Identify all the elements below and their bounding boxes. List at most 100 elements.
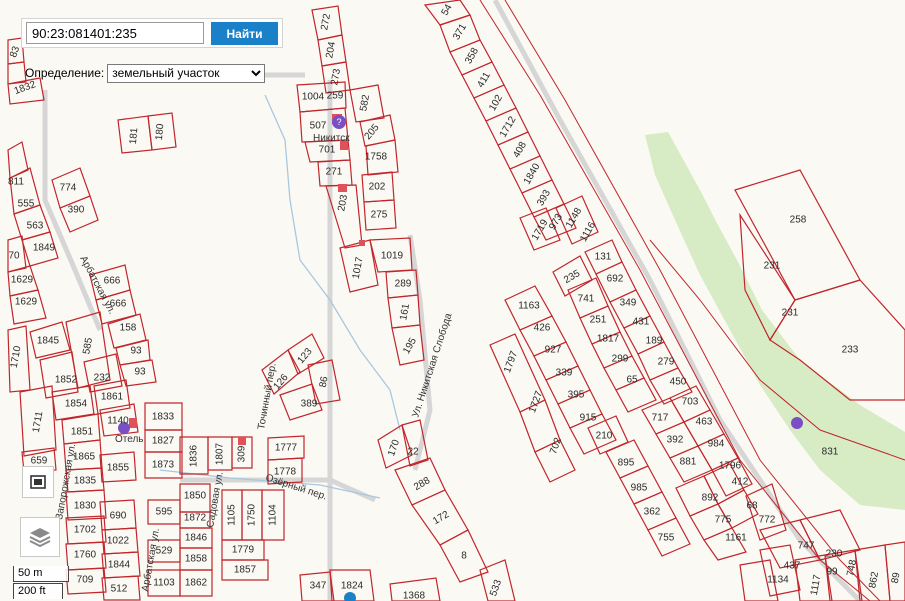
find-button[interactable]: Найти [211,22,278,45]
svg-text:772: 772 [759,515,776,526]
svg-text:426: 426 [534,323,551,334]
cadastral-number-input[interactable] [26,22,204,44]
svg-text:915: 915 [580,413,597,424]
svg-text:1851: 1851 [71,427,94,438]
poi-marker-church[interactable]: ? [332,115,346,129]
svg-text:1779: 1779 [232,545,255,556]
svg-text:279: 279 [658,357,675,368]
svg-text:1854: 1854 [65,399,88,410]
svg-text:233: 233 [842,345,859,356]
svg-text:1758: 1758 [365,152,388,163]
search-panel: Найти [21,18,283,48]
svg-text:1844: 1844 [108,560,131,571]
svg-text:1104: 1104 [268,504,279,526]
svg-text:181: 181 [128,127,140,145]
svg-text:1140: 1140 [107,416,129,427]
svg-text:1163: 1163 [518,301,540,312]
svg-text:1858: 1858 [185,554,208,565]
svg-text:717: 717 [652,413,669,424]
svg-text:1750: 1750 [247,503,258,526]
svg-text:1134: 1134 [767,575,789,586]
svg-text:347: 347 [310,581,327,592]
definition-label: Определение: [25,66,105,80]
scale-imperial: 200 ft [13,583,63,599]
svg-text:709: 709 [77,575,94,586]
svg-text:299: 299 [612,354,629,365]
cadastral-map[interactable]: ? Никитск Отель 272 204 273 582 1004 259… [0,0,905,601]
svg-text:1857: 1857 [234,565,257,576]
svg-text:1004: 1004 [302,92,325,103]
svg-text:755: 755 [658,533,675,544]
svg-text:692: 692 [607,274,624,285]
svg-text:93: 93 [130,346,142,357]
svg-text:431: 431 [633,317,650,328]
svg-text:275: 275 [371,210,388,221]
svg-text:701: 701 [319,145,336,156]
svg-text:339: 339 [556,368,573,379]
svg-text:392: 392 [667,435,684,446]
fullscreen-button[interactable] [22,466,54,498]
definition-row: Определение: земельный участок [25,63,266,83]
svg-text:1855: 1855 [107,463,130,474]
svg-text:232: 232 [94,373,111,384]
svg-text:1873: 1873 [152,460,175,471]
layers-icon [29,528,51,548]
svg-text:775: 775 [715,515,732,526]
svg-text:1702: 1702 [74,525,97,536]
svg-text:251: 251 [590,315,607,326]
svg-text:595: 595 [156,507,173,518]
svg-text:65: 65 [626,375,638,386]
svg-text:747: 747 [798,541,815,552]
svg-text:1852: 1852 [55,375,78,386]
svg-text:180: 180 [154,123,166,141]
svg-text:437: 437 [784,561,801,572]
svg-text:202: 202 [369,182,386,193]
svg-text:230: 230 [826,549,843,560]
svg-text:158: 158 [120,323,137,334]
svg-text:1817: 1817 [597,334,620,345]
svg-text:258: 258 [790,215,807,226]
svg-text:68: 68 [746,501,758,512]
svg-text:690: 690 [110,511,127,522]
svg-text:811: 811 [8,177,24,188]
svg-text:1846: 1846 [185,533,208,544]
svg-text:881: 881 [680,457,697,468]
svg-text:395: 395 [568,390,585,401]
svg-text:831: 831 [822,447,839,458]
svg-text:1824: 1824 [341,581,364,592]
svg-text:1849: 1849 [33,243,56,254]
layers-button[interactable] [20,517,60,557]
svg-text:1022: 1022 [107,536,130,547]
poi-label-nikitsky: Никитск [313,133,350,144]
svg-text:349: 349 [620,298,637,309]
svg-text:231: 231 [764,261,781,272]
svg-text:555: 555 [18,199,35,210]
poi-label-hotel: Отель [115,434,144,445]
svg-text:210: 210 [596,431,613,442]
svg-text:189: 189 [646,336,663,347]
svg-text:1850: 1850 [184,491,207,502]
svg-text:1760: 1760 [74,550,97,561]
svg-text:450: 450 [670,377,687,388]
svg-text:259: 259 [327,91,344,102]
scale-metric: 50 m [13,566,69,582]
svg-text:70: 70 [8,251,20,262]
svg-text:1629: 1629 [15,297,38,308]
svg-text:22: 22 [407,447,419,458]
svg-text:271: 271 [326,167,343,178]
svg-text:99: 99 [826,567,838,578]
svg-text:984: 984 [708,439,725,450]
svg-text:1836: 1836 [189,444,200,467]
svg-text:1835: 1835 [74,476,97,487]
svg-text:1830: 1830 [74,501,97,512]
svg-text:1105: 1105 [227,504,238,526]
svg-text:563: 563 [27,221,44,232]
definition-select[interactable]: земельный участок [107,63,266,83]
svg-text:985: 985 [631,483,648,494]
svg-text:1872: 1872 [184,513,207,524]
svg-text:1796: 1796 [719,461,742,472]
svg-text:895: 895 [618,458,635,469]
poi-marker-purple[interactable] [791,417,803,429]
svg-text:289: 289 [395,279,412,290]
svg-text:1845: 1845 [37,336,60,347]
